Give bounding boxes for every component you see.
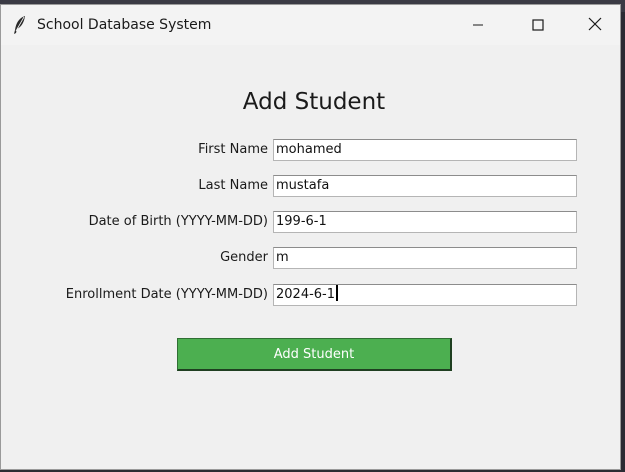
title-bar[interactable]: School Database System (1, 5, 620, 45)
feather-icon (13, 15, 27, 35)
gender-label: Gender (220, 250, 268, 265)
add-student-button[interactable]: Add Student (177, 338, 452, 371)
form-heading: Add Student (242, 89, 386, 115)
app-window: School Database System Add Student First… (0, 4, 621, 470)
gender-input[interactable]: m (273, 247, 577, 269)
minimize-button[interactable] (450, 5, 506, 45)
enrollment-date-label: Enrollment Date (YYYY-MM-DD) (65, 287, 268, 302)
first-name-label: First Name (198, 142, 268, 157)
last-name-input[interactable]: mustafa (273, 175, 577, 197)
close-icon (588, 16, 602, 35)
close-button[interactable] (567, 5, 623, 45)
date-of-birth-label: Date of Birth (YYYY-MM-DD) (88, 214, 268, 229)
enrollment-date-input[interactable]: 2024-6-1 (273, 284, 577, 306)
minimize-icon (472, 16, 484, 35)
text-caret (336, 285, 339, 301)
date-of-birth-input[interactable]: 199-6-1 (273, 211, 577, 233)
window-title: School Database System (37, 17, 212, 33)
last-name-label: Last Name (198, 178, 268, 193)
enrollment-date-value: 2024-6-1 (276, 287, 336, 302)
maximize-icon (532, 16, 544, 35)
first-name-input[interactable]: mohamed (273, 139, 577, 161)
maximize-button[interactable] (510, 5, 566, 45)
form-area: Add Student First Name mohamed Last Name… (1, 45, 620, 469)
